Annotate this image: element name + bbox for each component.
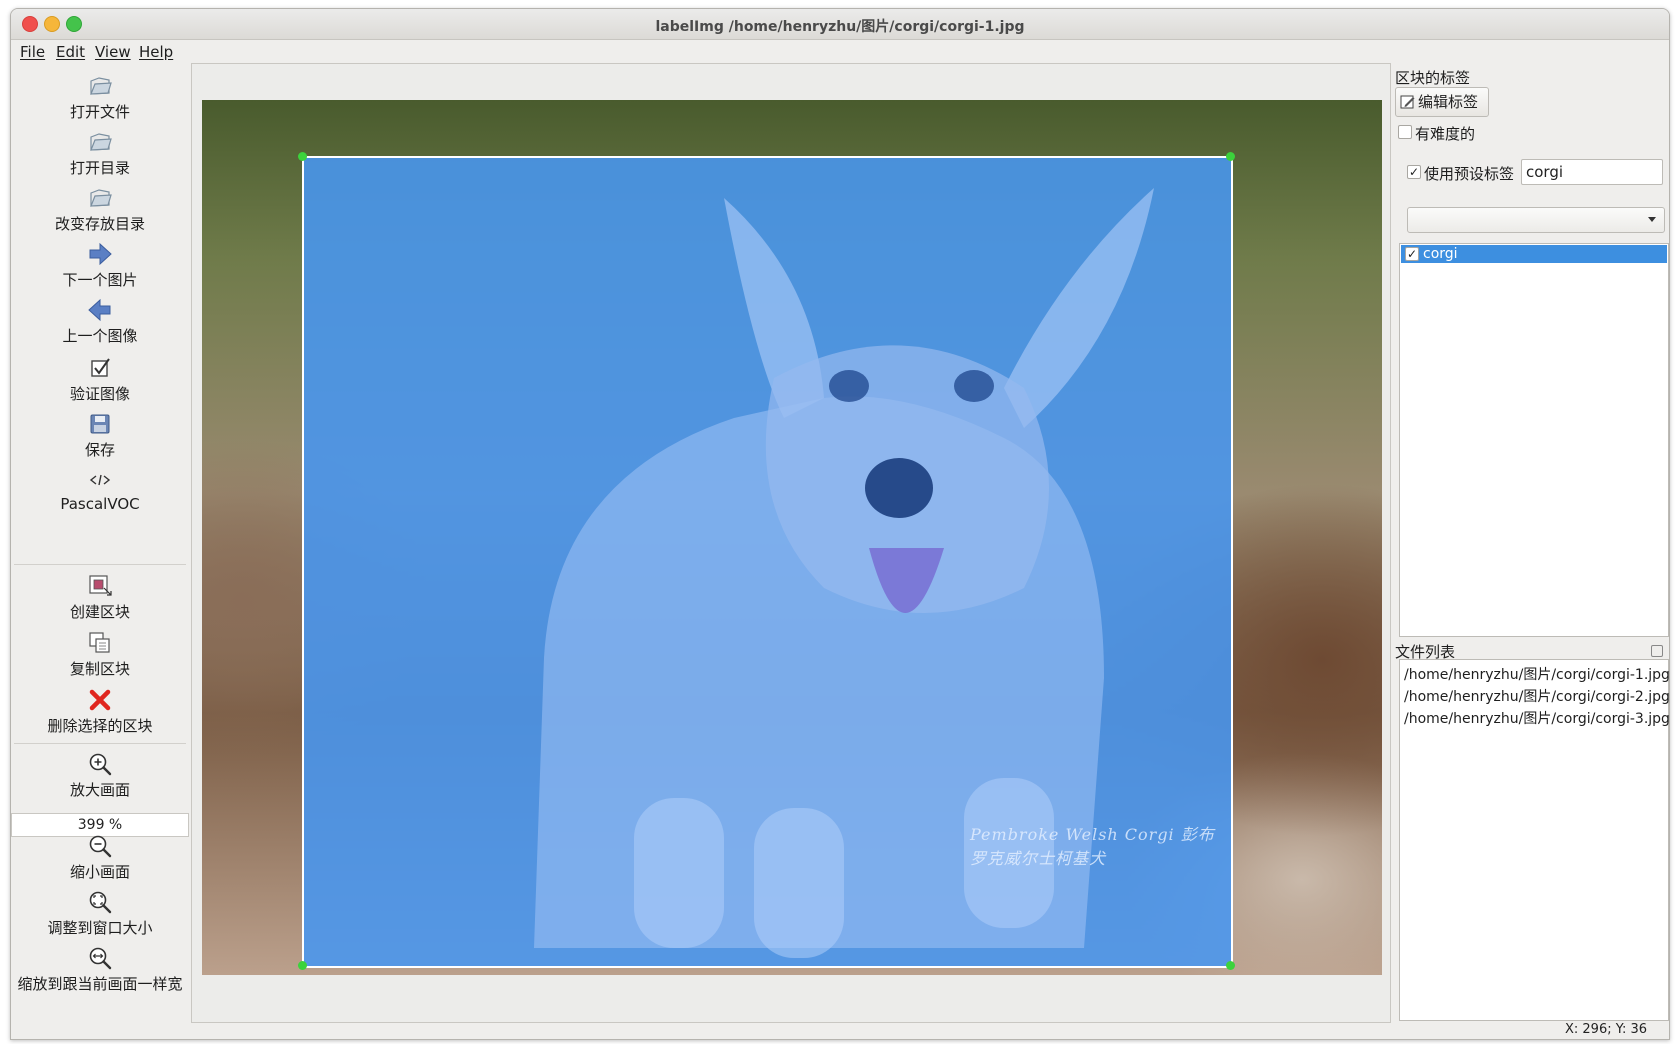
fit-window-label: 调整到窗口大小	[47, 919, 153, 937]
right-dock-panel: 区块的标签 编辑标签 有难度的 ✓ 使用预设标签 corgi ✓ corgi 文…	[1391, 63, 1669, 1021]
edit-label-text: 编辑标签	[1418, 93, 1479, 111]
bounding-box[interactable]: Pembroke Welsh Corgi 彭布罗克威尔士柯基犬	[302, 156, 1233, 968]
open-file-button[interactable]: 打开文件	[11, 73, 189, 122]
change-save-dir-label: 改变存放目录	[54, 215, 145, 233]
change-save-dir-button[interactable]: 改变存放目录	[11, 185, 189, 234]
menu-view[interactable]: View	[95, 43, 131, 61]
toolbar: 打开文件 打开目录 改变存放目录 下一个图片 上一个图像 验证图像 保存 Pas…	[11, 63, 189, 1021]
float-dock-icon[interactable]	[1651, 645, 1663, 657]
arrow-right-icon	[89, 242, 112, 266]
title-bar: labelImg /home/henryzhu/图片/corgi/corgi-1…	[11, 9, 1669, 40]
bbox-handle-bottom-right[interactable]	[1226, 961, 1235, 970]
verify-image-label: 验证图像	[69, 385, 130, 403]
label-combo-box[interactable]	[1407, 207, 1665, 233]
zoom-in-button[interactable]: 放大画面	[11, 751, 189, 800]
zoom-in-label: 放大画面	[69, 781, 130, 799]
difficult-checkbox[interactable]	[1398, 125, 1412, 139]
prev-image-label: 上一个图像	[62, 327, 138, 345]
menu-bar: File Edit View Help	[11, 40, 1669, 62]
fit-width-icon	[89, 947, 112, 970]
format-toggle-button[interactable]: PascalVOC	[11, 467, 189, 513]
zoom-out-icon	[89, 835, 112, 858]
create-box-label: 创建区块	[69, 603, 130, 621]
next-image-button[interactable]: 下一个图片	[11, 241, 189, 290]
delete-box-button[interactable]: 删除选择的区块	[11, 687, 189, 736]
duplicate-box-button[interactable]: 复制区块	[11, 630, 189, 679]
next-image-label: 下一个图片	[62, 271, 138, 289]
folder-icon	[90, 133, 112, 151]
save-label: 保存	[84, 441, 115, 459]
folder-open-icon	[90, 77, 112, 95]
create-rect-icon	[89, 575, 112, 596]
edit-label-button[interactable]: 编辑标签	[1395, 87, 1489, 117]
fit-width-label: 缩放到跟当前画面一样宽	[17, 975, 183, 993]
zoom-out-label: 缩小画面	[69, 863, 130, 881]
arrow-left-icon	[88, 298, 111, 322]
menu-file[interactable]: File	[20, 43, 45, 61]
file-list-item[interactable]: /home/henryzhu/图片/corgi/corgi-2.jpg	[1404, 686, 1669, 706]
edit-icon	[1400, 95, 1415, 109]
label-list-item[interactable]: ✓ corgi	[1401, 245, 1667, 263]
duplicate-box-label: 复制区块	[69, 660, 130, 678]
fit-width-button[interactable]: 缩放到跟当前画面一样宽	[11, 945, 189, 994]
open-dir-button[interactable]: 打开目录	[11, 129, 189, 178]
delete-box-label: 删除选择的区块	[47, 717, 153, 735]
toolbar-separator	[14, 564, 186, 565]
menu-help[interactable]: Help	[139, 43, 173, 61]
bbox-handle-top-right[interactable]	[1226, 152, 1235, 161]
bbox-handle-bottom-left[interactable]	[298, 961, 307, 970]
chevron-down-icon	[1648, 217, 1656, 222]
file-list-item[interactable]: /home/henryzhu/图片/corgi/corgi-1.jpg	[1404, 664, 1669, 684]
create-box-button[interactable]: 创建区块	[11, 573, 189, 622]
zoom-in-icon	[89, 753, 112, 776]
checkbox-icon	[91, 358, 110, 377]
fit-window-button[interactable]: 调整到窗口大小	[11, 889, 189, 938]
app-window: labelImg /home/henryzhu/图片/corgi/corgi-1…	[10, 8, 1670, 1040]
status-bar: X: 296; Y: 36	[11, 1021, 1669, 1039]
open-dir-label: 打开目录	[69, 159, 130, 177]
menu-edit[interactable]: Edit	[56, 43, 85, 61]
label-list[interactable]: ✓ corgi	[1399, 243, 1669, 637]
save-button[interactable]: 保存	[11, 411, 189, 460]
photo-image: Pembroke Welsh Corgi 彭布罗克威尔士柯基犬	[202, 100, 1382, 975]
watermark-text: Pembroke Welsh Corgi 彭布罗克威尔士柯基犬	[970, 825, 1215, 868]
verify-image-button[interactable]: 验证图像	[11, 355, 189, 404]
label-item-checkbox[interactable]: ✓	[1405, 247, 1419, 261]
folder-save-icon	[90, 189, 112, 207]
bbox-handle-top-left[interactable]	[298, 152, 307, 161]
image-canvas[interactable]: Pembroke Welsh Corgi 彭布罗克威尔士柯基犬	[191, 63, 1391, 1023]
use-default-label-text: 使用预设标签	[1424, 165, 1515, 183]
toolbar-separator	[14, 743, 186, 744]
cursor-coords: X: 296; Y: 36	[1564, 1022, 1647, 1037]
label-item-text: corgi	[1423, 246, 1458, 262]
default-label-input[interactable]: corgi	[1521, 159, 1663, 185]
floppy-disk-icon	[90, 414, 110, 434]
prev-image-button[interactable]: 上一个图像	[11, 297, 189, 346]
copy-icon	[89, 632, 110, 653]
file-list-item[interactable]: /home/henryzhu/图片/corgi/corgi-3.jpg	[1404, 708, 1669, 728]
zoom-out-button[interactable]: 缩小画面	[11, 833, 189, 882]
format-label: PascalVOC	[60, 495, 140, 513]
open-file-label: 打开文件	[69, 103, 130, 121]
use-default-label-checkbox[interactable]: ✓	[1407, 165, 1421, 179]
label-dock-title: 区块的标签	[1395, 69, 1471, 87]
difficult-label: 有难度的	[1415, 125, 1476, 143]
fit-window-icon	[89, 891, 112, 914]
code-tag-icon	[89, 474, 111, 486]
file-list[interactable]: /home/henryzhu/图片/corgi/corgi-1.jpg /hom…	[1399, 659, 1669, 1021]
delete-x-icon	[89, 689, 111, 711]
window-title: labelImg /home/henryzhu/图片/corgi/corgi-1…	[655, 19, 1025, 35]
